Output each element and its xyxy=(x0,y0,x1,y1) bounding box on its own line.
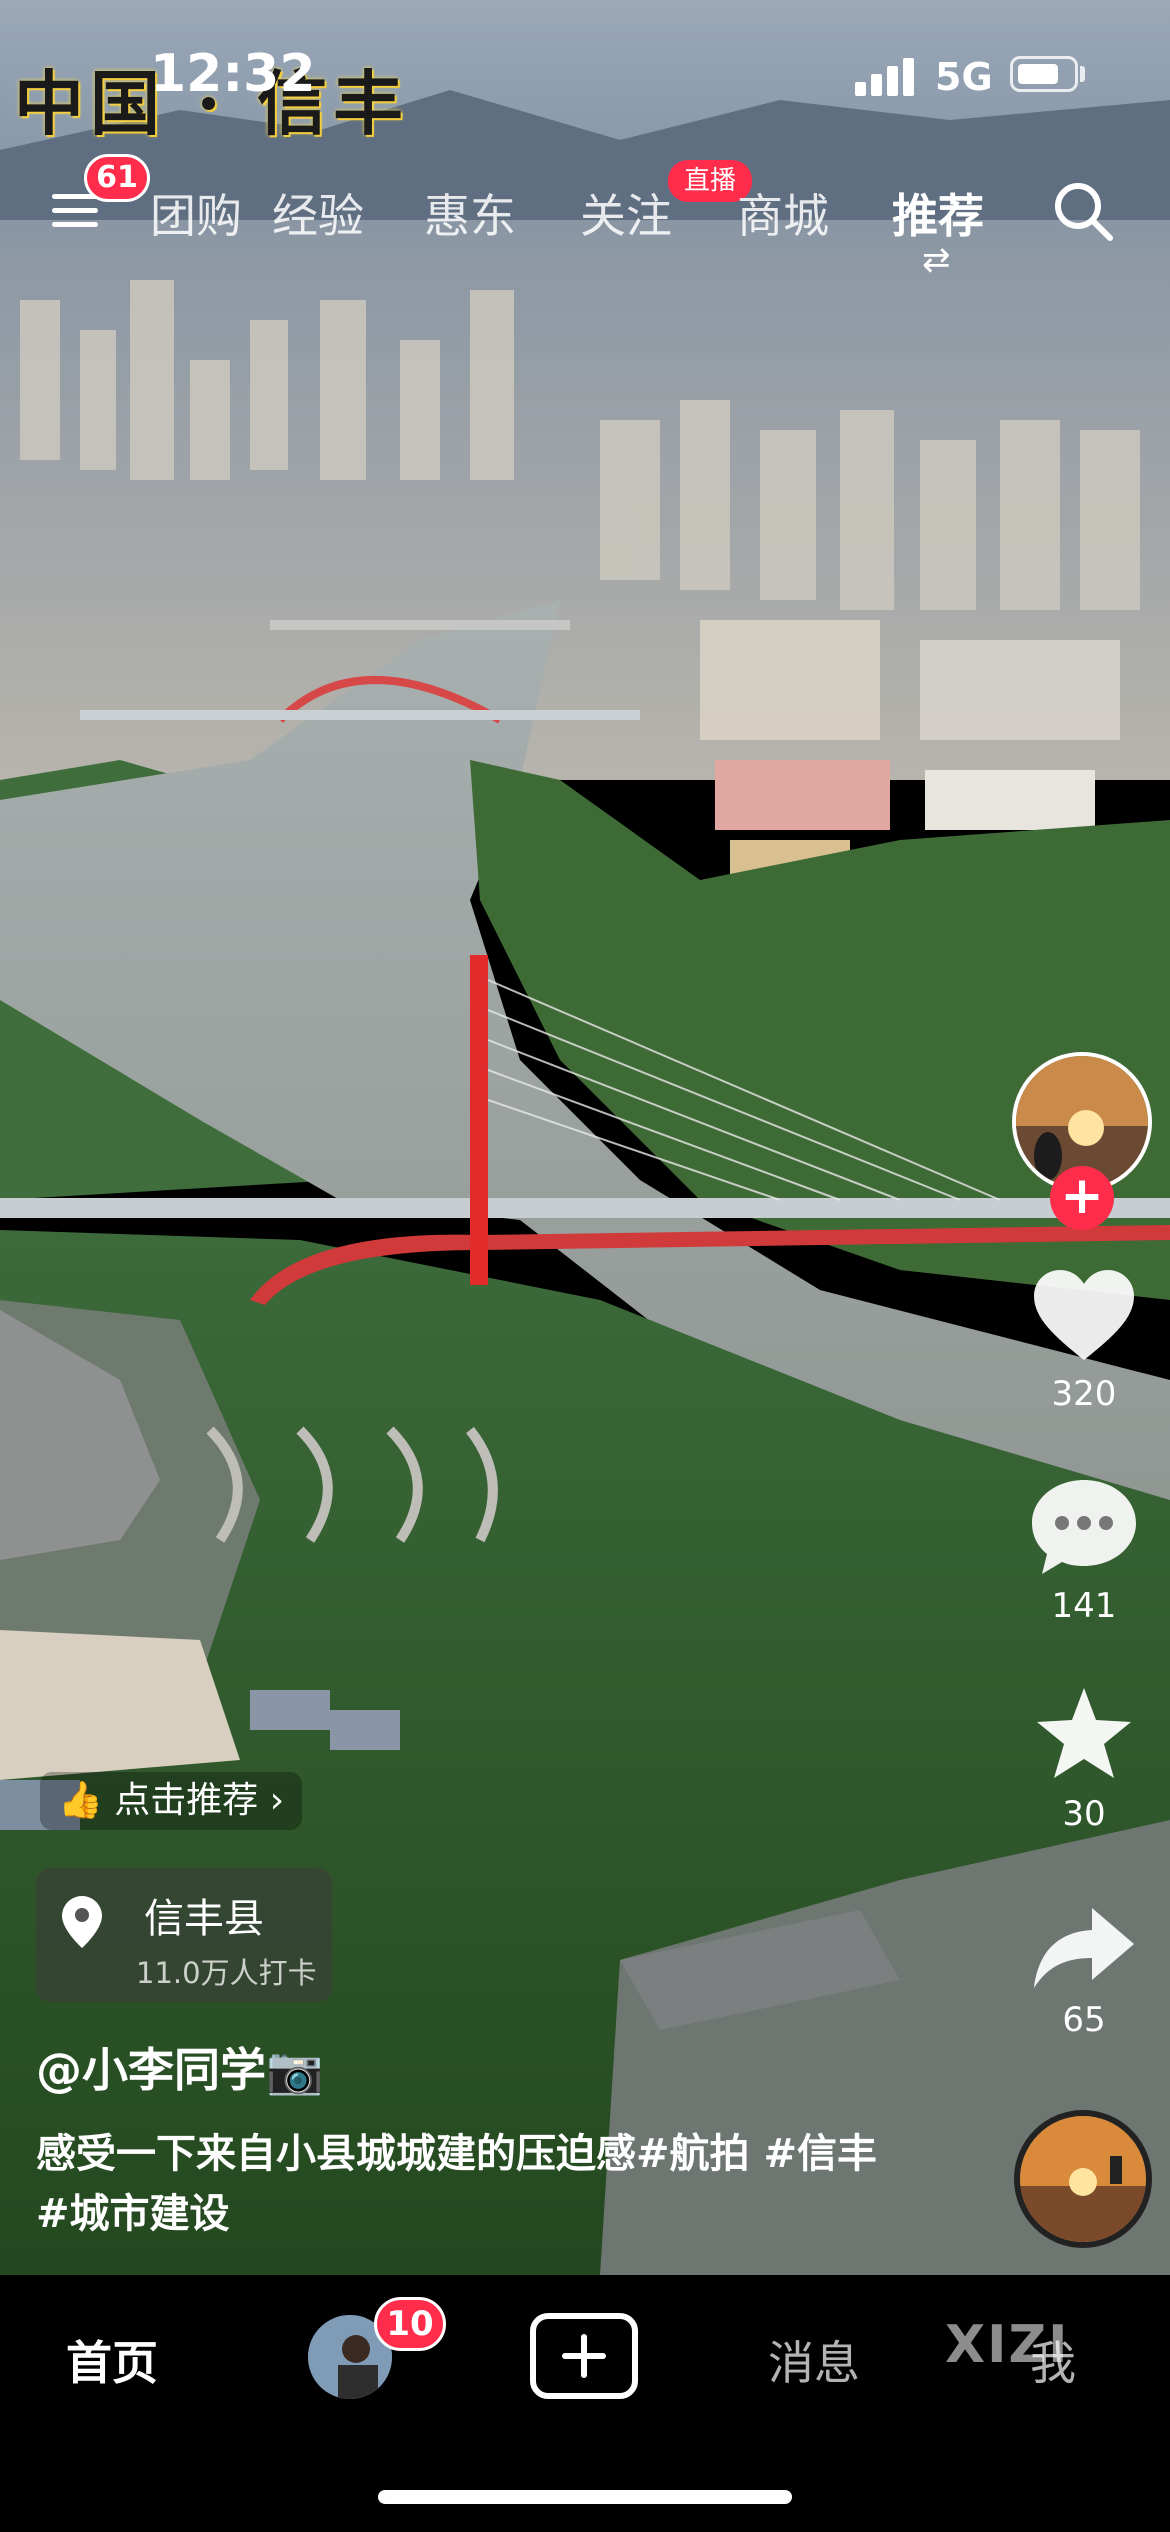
menu-badge: 61 xyxy=(84,154,150,202)
location-card[interactable]: 信丰县 11.0万人打卡 xyxy=(36,1868,332,2002)
tab-mall[interactable]: 商城 xyxy=(737,180,829,246)
signal-icon xyxy=(855,58,917,96)
tab-following[interactable]: 关注 xyxy=(580,180,672,246)
tab-experience[interactable]: 经验 xyxy=(272,180,364,246)
watermark-xizi: XIZI xyxy=(945,2315,1070,2375)
switch-arrows-icon: ⇄ xyxy=(922,240,951,280)
recommend-button[interactable]: 👍 点击推荐 › xyxy=(40,1772,303,1830)
battery-icon xyxy=(1010,56,1078,92)
comment-count: 141 xyxy=(1051,1586,1117,1626)
heart-icon xyxy=(1034,1270,1134,1360)
author-name[interactable]: @小李同学📷 xyxy=(36,2034,323,2100)
comment-button[interactable]: 141 xyxy=(1022,1480,1146,1626)
chevron-right-icon: › xyxy=(269,1780,285,1821)
location-checkins: 11.0万人打卡 xyxy=(136,1956,317,1990)
tab-recommend[interactable]: 推荐 xyxy=(892,180,984,246)
comment-icon xyxy=(1032,1480,1136,1574)
home-indicator[interactable] xyxy=(378,2490,792,2504)
music-disc[interactable] xyxy=(1014,2110,1152,2248)
network-type: 5G xyxy=(935,55,993,99)
tab-huidong[interactable]: 惠东 xyxy=(424,180,516,246)
like-count: 320 xyxy=(1051,1374,1117,1414)
recommend-label: 点击推荐 xyxy=(114,1780,259,1821)
battery-tip xyxy=(1080,66,1085,82)
clock: 12:32 xyxy=(150,44,316,104)
search-icon[interactable] xyxy=(1052,180,1114,242)
friends-badge: 10 xyxy=(374,2297,446,2351)
favorite-count: 30 xyxy=(1062,1794,1106,1834)
top-nav: 61 团购 经验 惠东 关注 直播 商城 推荐 ⇄ xyxy=(0,154,1170,280)
share-icon xyxy=(1034,1908,1134,1988)
tab-home[interactable]: 首页 xyxy=(66,2327,158,2393)
status-bar: 中国 · 信丰 12:32 5G xyxy=(0,0,1170,150)
follow-button[interactable]: + xyxy=(1050,1166,1114,1230)
tab-messages[interactable]: 消息 xyxy=(768,2327,860,2393)
tab-group-buy[interactable]: 团购 xyxy=(150,180,242,246)
thumbs-up-icon: 👍 xyxy=(58,1780,103,1821)
add-icon[interactable] xyxy=(530,2313,638,2399)
location-pin-icon xyxy=(62,1896,102,1948)
star-icon xyxy=(1037,1688,1131,1778)
location-name: 信丰县 xyxy=(144,1896,264,1942)
share-count: 65 xyxy=(1062,2000,1106,2040)
like-button[interactable]: 320 xyxy=(1022,1270,1146,1414)
video-caption[interactable]: 感受一下来自小县城城建的压迫感#航拍 #信丰 #城市建设 xyxy=(36,2124,896,2244)
share-button[interactable]: 65 xyxy=(1022,1908,1146,2040)
favorite-button[interactable]: 30 xyxy=(1022,1688,1146,1834)
